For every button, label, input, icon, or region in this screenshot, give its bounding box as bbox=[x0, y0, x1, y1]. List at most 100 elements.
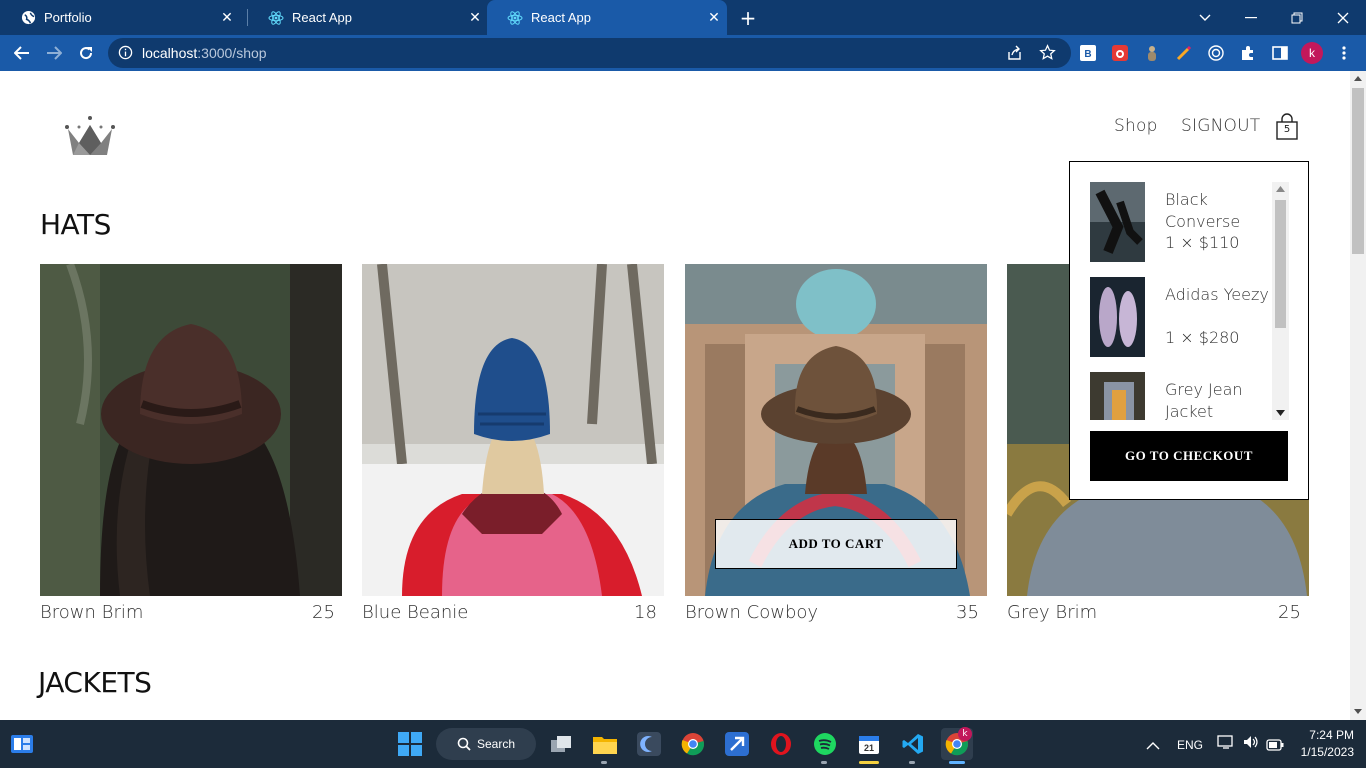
calendar-day: 21 bbox=[864, 743, 874, 753]
start-windows-icon[interactable] bbox=[394, 728, 426, 760]
cart-count: 5 bbox=[1283, 124, 1291, 135]
cart-item-qty: 1 × $280 bbox=[1165, 328, 1240, 347]
section-title-jackets[interactable]: JACKETS bbox=[38, 666, 152, 699]
product-name: Blue Beanie bbox=[362, 602, 469, 623]
extension-target-icon[interactable] bbox=[1202, 35, 1230, 71]
new-tab-button[interactable]: + bbox=[735, 0, 761, 35]
bookmark-star-icon[interactable] bbox=[1039, 44, 1056, 65]
go-to-checkout-button[interactable]: GO TO CHECKOUT bbox=[1090, 431, 1288, 481]
forward-icon[interactable] bbox=[38, 35, 70, 71]
product-name: Grey Brim bbox=[1007, 602, 1098, 623]
chrome-icon[interactable] bbox=[677, 728, 709, 760]
product-price: 25 bbox=[312, 602, 335, 623]
close-tab-icon[interactable]: ✕ bbox=[462, 10, 488, 26]
back-icon[interactable] bbox=[6, 35, 38, 71]
running-indicator bbox=[949, 761, 965, 764]
add-to-cart-button[interactable]: ADD TO CART bbox=[715, 519, 957, 569]
product-price: 25 bbox=[1278, 602, 1301, 623]
react-icon bbox=[268, 10, 284, 26]
url-path: :3000/shop bbox=[197, 45, 267, 61]
profile-avatar[interactable]: k bbox=[1298, 35, 1326, 71]
svg-text:B: B bbox=[1084, 49, 1091, 60]
cart-item-image bbox=[1090, 182, 1145, 262]
url-text: localhost:3000/shop bbox=[142, 38, 267, 68]
side-panel-icon[interactable] bbox=[1266, 35, 1294, 71]
product-price: 35 bbox=[956, 602, 979, 623]
close-tab-icon[interactable]: ✕ bbox=[701, 10, 727, 26]
close-tab-icon[interactable]: ✕ bbox=[214, 10, 240, 26]
extension-b-icon[interactable]: B bbox=[1074, 35, 1102, 71]
cart-item-name: Grey Jean Jacket bbox=[1165, 380, 1243, 420]
info-icon[interactable] bbox=[118, 45, 133, 64]
product-name: Brown Brim bbox=[40, 602, 144, 623]
volume-icon[interactable] bbox=[1242, 734, 1260, 754]
product-price: 18 bbox=[634, 602, 657, 623]
chrome-profile-badge: k bbox=[958, 727, 972, 741]
windows-taskbar: Search 21 k ENG 7:24 PM 1/15/2023 bbox=[0, 720, 1366, 768]
cart-scrollbar[interactable] bbox=[1272, 182, 1289, 420]
tab-search-icon[interactable] bbox=[1182, 0, 1228, 35]
minimize-icon[interactable] bbox=[1228, 0, 1274, 35]
url-host: localhost bbox=[142, 45, 198, 61]
browser-toolbar: localhost:3000/shop B k bbox=[0, 35, 1366, 71]
battery-icon[interactable] bbox=[1266, 736, 1284, 755]
running-indicator bbox=[601, 761, 607, 764]
cart-items-list[interactable]: Black Converse 1 × $110 Adidas Yeezy 1 ×… bbox=[1070, 182, 1272, 420]
cart-item-name: Black Converse bbox=[1165, 190, 1241, 231]
product-image-blue-beanie[interactable] bbox=[362, 264, 664, 596]
shop-page: Shop SIGNOUT 5 HATS Brown Brim 25 Blue B… bbox=[0, 71, 1350, 720]
crown-logo[interactable] bbox=[63, 115, 117, 161]
tab-title: React App bbox=[292, 10, 352, 25]
vscode-icon[interactable] bbox=[897, 728, 929, 760]
cart-icon[interactable]: 5 bbox=[1275, 113, 1299, 141]
menu-kebab-icon[interactable] bbox=[1330, 35, 1358, 71]
product-image-brown-brim[interactable] bbox=[40, 264, 342, 596]
section-title-hats[interactable]: HATS bbox=[40, 208, 111, 241]
calendar-app-icon[interactable]: 21 bbox=[853, 728, 885, 760]
globe-icon bbox=[20, 10, 36, 26]
extension-red-icon[interactable] bbox=[1106, 35, 1134, 71]
reload-icon[interactable] bbox=[70, 35, 102, 71]
cart-scroll-thumb[interactable] bbox=[1275, 200, 1286, 328]
taskbar-search-label: Search bbox=[476, 737, 516, 751]
close-window-icon[interactable] bbox=[1320, 0, 1366, 35]
tab-portfolio[interactable]: Portfolio ✕ bbox=[0, 0, 240, 35]
cart-item-image bbox=[1090, 277, 1145, 357]
tab-react-app-1[interactable]: React App ✕ bbox=[248, 0, 488, 35]
running-indicator bbox=[909, 761, 915, 764]
task-view-icon[interactable] bbox=[545, 728, 577, 760]
widgets-icon[interactable] bbox=[6, 728, 38, 760]
file-explorer-icon[interactable] bbox=[589, 728, 621, 760]
spotify-icon[interactable] bbox=[809, 728, 841, 760]
cart-item-qty: 1 × $110 bbox=[1165, 233, 1240, 252]
restore-icon[interactable] bbox=[1274, 0, 1320, 35]
language-indicator[interactable]: ENG bbox=[1177, 738, 1203, 752]
running-indicator bbox=[859, 761, 879, 764]
extension-pen-icon[interactable] bbox=[1170, 35, 1198, 71]
tab-title: React App bbox=[531, 10, 591, 25]
nav-shop-link[interactable]: Shop bbox=[1114, 116, 1158, 136]
extensions-puzzle-icon[interactable] bbox=[1234, 35, 1262, 71]
tab-react-app-2[interactable]: React App ✕ bbox=[487, 0, 727, 35]
page-scroll-thumb[interactable] bbox=[1352, 88, 1364, 254]
show-hidden-icons-icon[interactable] bbox=[1146, 736, 1160, 755]
moon-app-icon[interactable] bbox=[633, 728, 665, 760]
taskbar-search[interactable]: Search bbox=[436, 728, 536, 760]
share-icon[interactable] bbox=[1006, 45, 1023, 65]
tab-strip: Portfolio ✕ React App ✕ React App ✕ + bbox=[0, 0, 1366, 35]
clock-date[interactable]: 1/15/2023 bbox=[1292, 745, 1354, 759]
running-indicator bbox=[821, 761, 827, 764]
cart-dropdown: Black Converse 1 × $110 Adidas Yeezy 1 ×… bbox=[1069, 161, 1309, 500]
product-name: Brown Cowboy bbox=[685, 602, 819, 623]
opera-icon[interactable] bbox=[765, 728, 797, 760]
address-bar[interactable]: localhost:3000/shop bbox=[108, 38, 1071, 68]
profile-initial: k bbox=[1309, 46, 1316, 60]
clock-time[interactable]: 7:24 PM bbox=[1296, 728, 1354, 742]
network-icon[interactable] bbox=[1217, 734, 1235, 754]
cart-item-name: Adidas Yeezy bbox=[1165, 285, 1269, 304]
tab-title: Portfolio bbox=[44, 10, 92, 25]
extension-figure-icon[interactable] bbox=[1138, 35, 1166, 71]
tool-app-icon[interactable] bbox=[721, 728, 753, 760]
cart-item-image bbox=[1090, 372, 1145, 420]
nav-signout-link[interactable]: SIGNOUT bbox=[1181, 116, 1260, 136]
